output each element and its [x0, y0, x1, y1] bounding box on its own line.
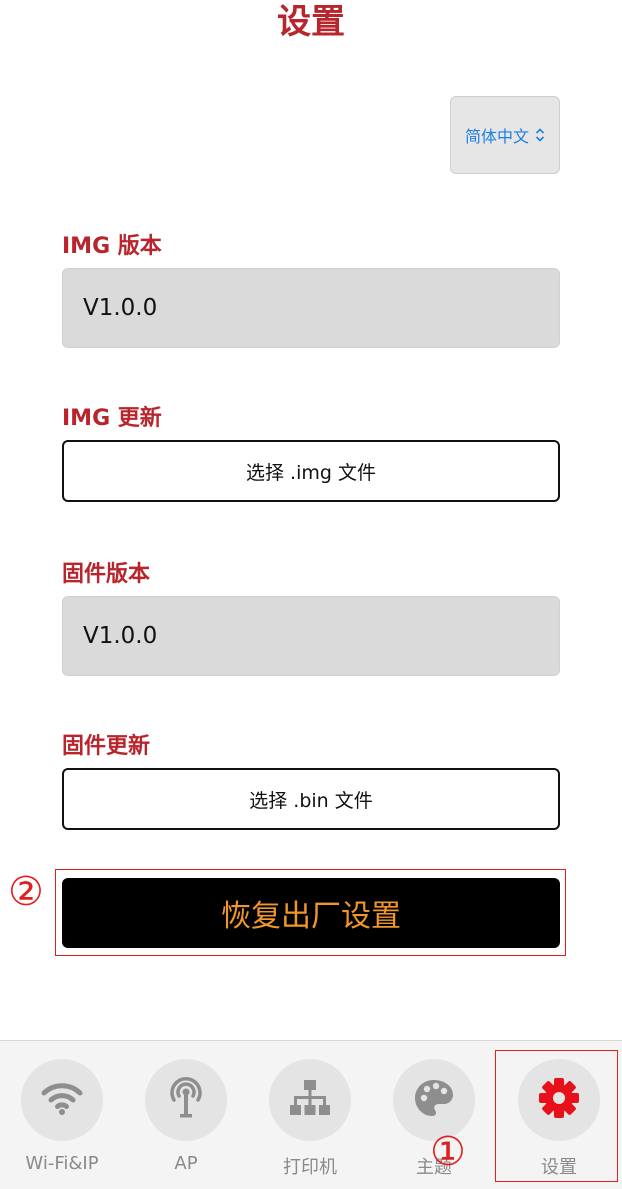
annotation-number-one: ① — [430, 1129, 466, 1175]
firmware-version-value: V1.0.0 — [62, 596, 560, 676]
img-version-value: V1.0.0 — [62, 268, 560, 348]
page-title: 设置 — [277, 2, 345, 42]
annotation-number-two: ② — [8, 869, 44, 915]
language-select-value: 简体中文 — [464, 127, 529, 146]
tab-printer[interactable]: 打印机 — [248, 1041, 372, 1189]
select-img-file-button[interactable]: 选择 .img 文件 — [62, 440, 560, 502]
chevron-up-down-icon — [535, 128, 545, 142]
network-tree-icon — [288, 1078, 332, 1122]
tab-wifi-label: Wi-Fi&IP — [25, 1153, 99, 1174]
factory-reset-button[interactable]: 恢复出厂设置 — [62, 878, 560, 948]
annotation-frame-settings-tab — [495, 1050, 618, 1182]
img-version-label: IMG 版本 — [62, 234, 162, 259]
antenna-icon — [166, 1076, 206, 1124]
tab-printer-circle — [269, 1059, 351, 1141]
tab-wifi-circle — [21, 1059, 103, 1141]
language-select[interactable]: 简体中文 — [450, 96, 560, 174]
firmware-version-label: 固件版本 — [62, 562, 151, 587]
img-update-label: IMG 更新 — [62, 406, 162, 431]
select-bin-file-button[interactable]: 选择 .bin 文件 — [62, 768, 560, 830]
settings-page: 设置 简体中文 IMG 版本 V1.0.0 IMG 更新 选择 .img 文件 … — [0, 0, 622, 1189]
firmware-update-label: 固件更新 — [62, 734, 151, 759]
wifi-icon — [40, 1080, 84, 1120]
tab-ap-label: AP — [174, 1153, 198, 1174]
tab-wifi[interactable]: Wi-Fi&IP — [0, 1041, 124, 1189]
palette-icon — [413, 1078, 455, 1122]
tab-printer-label: 打印机 — [283, 1157, 337, 1178]
tab-ap[interactable]: AP — [124, 1041, 248, 1189]
tab-ap-circle — [145, 1059, 227, 1141]
